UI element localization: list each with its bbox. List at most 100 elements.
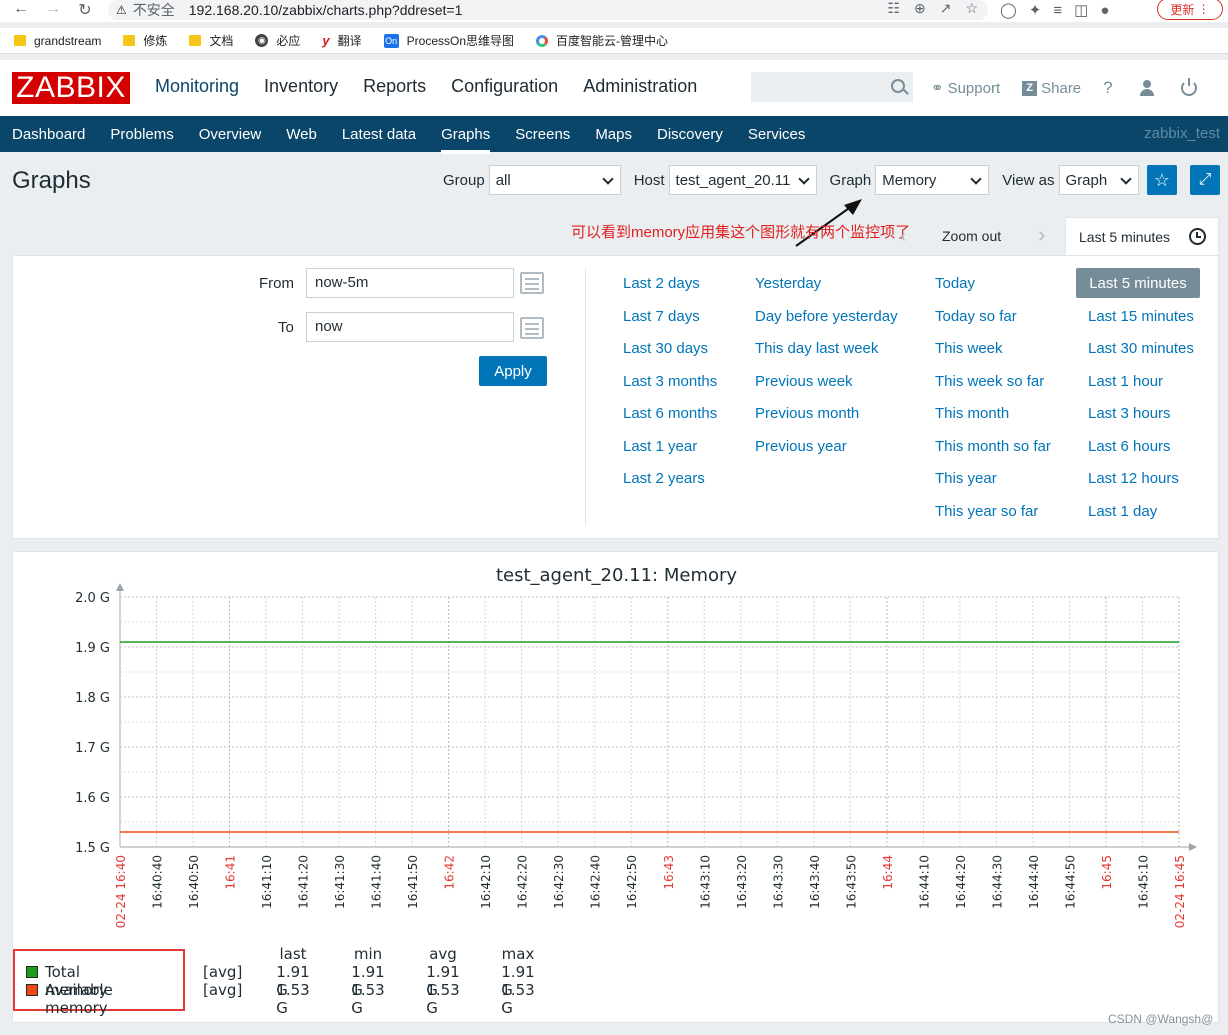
chevron-down-icon: [797, 173, 810, 185]
quick-range-link[interactable]: Today so far: [935, 308, 1017, 325]
zabbix-logo[interactable]: ZABBIX: [12, 72, 130, 104]
menu-inventory[interactable]: Inventory: [264, 76, 338, 97]
submenu-web[interactable]: Web: [286, 126, 317, 143]
submenu-problems[interactable]: Problems: [110, 126, 173, 143]
x-tick-label: 16:44:20: [954, 855, 968, 909]
submenu-discovery[interactable]: Discovery: [657, 126, 723, 143]
legend-column-header: max: [501, 945, 535, 963]
quick-range-link[interactable]: Today: [935, 275, 975, 292]
quick-range-link[interactable]: This week: [935, 340, 1003, 357]
back-icon[interactable]: ←: [10, 0, 32, 18]
add-favorite-button[interactable]: ☆: [1147, 165, 1177, 195]
quick-range-link[interactable]: Day before yesterday: [755, 308, 898, 325]
zoom-out-button[interactable]: Zoom out: [942, 228, 1001, 244]
address-bar[interactable]: ⚠ 不安全 192.168.20.10/zabbix/charts.php?dd…: [108, 0, 988, 20]
chevron-right-icon[interactable]: ›: [1038, 222, 1045, 248]
menu-reports[interactable]: Reports: [363, 76, 426, 97]
sign-out-icon[interactable]: [1180, 78, 1197, 96]
sidepanel-icon[interactable]: ◫: [1074, 1, 1088, 19]
bookmark-item[interactable]: 百度智能云-管理中心: [536, 32, 668, 49]
extensions-puzzle-icon[interactable]: ✦: [1029, 1, 1042, 19]
bookmark-item[interactable]: 文档: [189, 32, 233, 49]
calendar-icon[interactable]: [520, 272, 544, 294]
quick-range-link[interactable]: Last 7 days: [623, 308, 700, 325]
graph-panel: test_agent_20.11: Memory 2.0 G 1.9 G 1.8 G…: [12, 551, 1219, 1023]
quick-range-link[interactable]: Last 2 days: [623, 275, 700, 292]
quick-range-link[interactable]: Last 1 day: [1088, 503, 1157, 520]
memory-chart[interactable]: 2.0 G 1.9 G 1.8 G 1.7 G 1.6 G 1.5 G 02-24 16:…: [13, 552, 1220, 952]
quick-range-link[interactable]: Last 12 hours: [1088, 470, 1179, 487]
host-select[interactable]: test_agent_20.11: [668, 165, 817, 195]
quick-range-link[interactable]: Previous year: [755, 438, 847, 455]
bookmark-item[interactable]: y 翻译: [322, 32, 361, 49]
submenu-graphs[interactable]: Graphs: [441, 126, 491, 154]
submenu-dashboard[interactable]: Dashboard: [12, 126, 85, 143]
apply-button[interactable]: Apply: [479, 356, 547, 386]
legend-function: [avg]: [203, 963, 243, 981]
bookmark-item[interactable]: 修炼: [123, 32, 167, 49]
to-input[interactable]: now: [306, 312, 514, 342]
menu-monitoring[interactable]: Monitoring: [155, 76, 239, 97]
quick-range-link[interactable]: Yesterday: [755, 275, 821, 292]
host-value: test_agent_20.11: [675, 171, 791, 189]
share-page-icon[interactable]: ↗: [940, 0, 952, 17]
bookmark-item[interactable]: grandstream: [14, 34, 101, 48]
quick-range-link[interactable]: Last 1 hour: [1088, 373, 1163, 390]
menu-administration[interactable]: Administration: [583, 76, 697, 97]
support-link[interactable]: ⚭ Support: [931, 79, 1000, 98]
playlist-icon[interactable]: ≡: [1053, 2, 1062, 19]
processon-icon: On: [383, 33, 399, 48]
chevron-left-icon[interactable]: ‹: [900, 226, 906, 247]
submenu-screens[interactable]: Screens: [515, 126, 570, 143]
x-tick-label: 16:41:40: [370, 855, 384, 909]
quick-range-link[interactable]: This day last week: [755, 340, 878, 357]
menu-configuration[interactable]: Configuration: [451, 76, 558, 97]
quick-range-link[interactable]: Last 1 year: [623, 438, 697, 455]
quick-range-link[interactable]: This year: [935, 470, 997, 487]
group-select[interactable]: all: [488, 165, 621, 195]
submenu-maps[interactable]: Maps: [595, 126, 632, 143]
bookmark-star-icon[interactable]: ☆: [965, 0, 978, 17]
quick-range-link[interactable]: Last 30 minutes: [1088, 340, 1194, 357]
submenu-services[interactable]: Services: [748, 126, 806, 143]
user-profile-icon[interactable]: [1139, 80, 1155, 96]
x-tick-label: 16:44:10: [917, 855, 931, 909]
bookmark-item[interactable]: ◉ 必应: [255, 32, 300, 49]
quick-range-selected[interactable]: Last 5 minutes: [1076, 268, 1200, 298]
quick-range-link[interactable]: Last 6 months: [623, 405, 717, 422]
view-as-select[interactable]: Graph: [1058, 165, 1139, 195]
search-icon[interactable]: [891, 79, 905, 93]
time-period-tab[interactable]: Last 5 minutes: [1065, 217, 1219, 256]
profile-icon[interactable]: ●: [1100, 2, 1109, 19]
quick-range-link[interactable]: This year so far: [935, 503, 1038, 520]
zoom-icon[interactable]: ⊕: [914, 0, 926, 17]
quick-range-link[interactable]: This month so far: [935, 438, 1051, 455]
from-input[interactable]: now-5m: [306, 268, 514, 298]
quick-range-link[interactable]: Last 3 hours: [1088, 405, 1171, 422]
calendar-icon[interactable]: [520, 317, 544, 339]
reload-icon[interactable]: ↻: [74, 0, 96, 20]
legend-value: 1.53 G: [351, 981, 385, 1017]
quick-range-link[interactable]: Last 3 months: [623, 373, 717, 390]
submenu-latest-data[interactable]: Latest data: [342, 126, 416, 143]
quick-range-link[interactable]: Previous month: [755, 405, 859, 422]
fullscreen-button[interactable]: ⤢: [1190, 165, 1220, 195]
quick-range-link[interactable]: Last 6 hours: [1088, 438, 1171, 455]
help-icon[interactable]: ?: [1103, 78, 1112, 98]
quick-range-link[interactable]: This month: [935, 405, 1009, 422]
page-title: Graphs: [12, 167, 91, 194]
quick-range-link[interactable]: Last 30 days: [623, 340, 708, 357]
translate-icon[interactable]: ☷: [887, 0, 900, 17]
quick-range-link[interactable]: Last 2 years: [623, 470, 705, 487]
forward-icon[interactable]: →: [42, 0, 64, 18]
search-input[interactable]: [751, 72, 913, 102]
graph-select[interactable]: Memory: [875, 165, 990, 195]
submenu-overview[interactable]: Overview: [199, 126, 262, 143]
quick-range-link[interactable]: Previous week: [755, 373, 853, 390]
quick-range-link[interactable]: This week so far: [935, 373, 1044, 390]
extension-circle-icon[interactable]: ◯: [1000, 1, 1017, 19]
bookmark-item[interactable]: On ProcessOn思维导图: [383, 32, 514, 49]
browser-update-button[interactable]: 更新 ⋮: [1157, 0, 1223, 20]
share-link[interactable]: Z Share: [1022, 80, 1081, 97]
quick-range-link[interactable]: Last 15 minutes: [1088, 308, 1194, 325]
